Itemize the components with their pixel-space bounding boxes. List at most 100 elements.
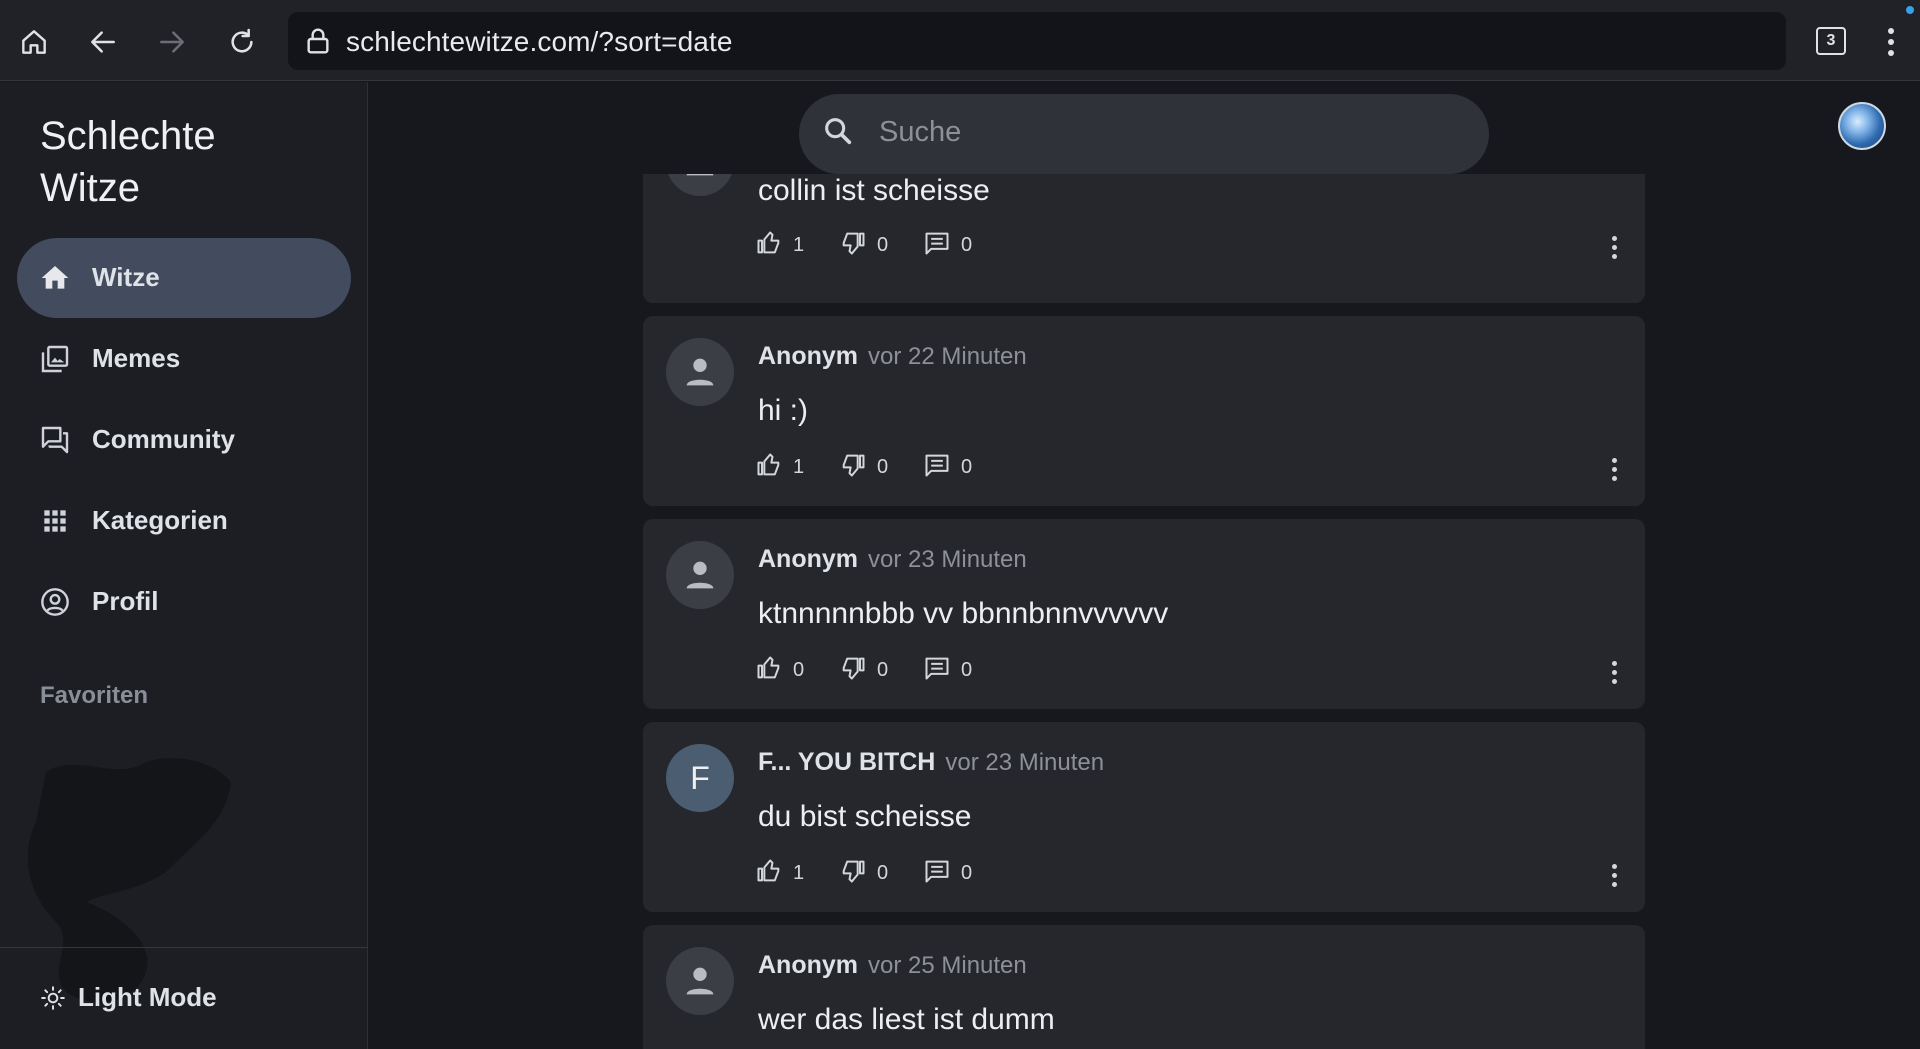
sidebar: Schlechte Witze Witze Memes Community Ka…: [0, 82, 368, 1049]
dislike-count: 0: [877, 862, 889, 884]
tab-switcher-button[interactable]: 3: [1816, 27, 1846, 55]
person-icon: [686, 561, 714, 589]
thumb-up-icon: [757, 859, 780, 881]
like-button[interactable]: 1: [755, 856, 804, 885]
more-vert-icon[interactable]: [1611, 458, 1619, 482]
post-card: Anonym vor 25 Minuten wer das liest ist d…: [643, 925, 1645, 1049]
site-title[interactable]: Schlechte Witze: [40, 110, 320, 214]
home-button[interactable]: [10, 18, 58, 66]
post-author[interactable]: Anonym vor 22 Minuten: [758, 342, 1027, 371]
main-content: Suche collin ist scheisse 1 0 0 Anonym v…: [369, 82, 1920, 1049]
reload-button[interactable]: [218, 18, 266, 66]
nav-label: Memes: [92, 343, 181, 373]
comment-icon: [925, 232, 949, 254]
sun-icon: [41, 985, 65, 1010]
like-count: 1: [793, 456, 805, 478]
post-author[interactable]: F... YOU BITCH vor 23 Minuten: [758, 748, 1104, 777]
thumb-up-icon: [757, 453, 780, 475]
dislike-button[interactable]: 0: [839, 856, 888, 885]
more-vert-icon[interactable]: [1611, 236, 1619, 260]
user-avatar[interactable]: [1838, 102, 1886, 150]
comment-icon: [925, 860, 949, 882]
post-author[interactable]: Anonym vor 23 Minuten: [758, 545, 1027, 574]
post-time: vor 22 Minuten: [868, 343, 1027, 370]
comment-count: 0: [961, 234, 973, 256]
search-input[interactable]: Suche: [799, 94, 1489, 174]
nav-item-memes[interactable]: Memes: [17, 319, 351, 399]
search-placeholder: Suche: [879, 116, 962, 148]
thumb-down-icon: [842, 454, 865, 476]
comment-button[interactable]: 0: [923, 228, 972, 257]
account-circle-icon: [41, 588, 69, 616]
post-text: wer das liest ist dumm: [758, 1003, 1055, 1036]
nav-label: Kategorien: [92, 505, 228, 535]
home-icon: [22, 30, 46, 54]
nav-item-community[interactable]: Community: [17, 400, 351, 480]
comment-button[interactable]: 0: [923, 856, 972, 885]
author-name[interactable]: Anonym: [758, 342, 858, 370]
more-vert-icon[interactable]: [1611, 864, 1619, 888]
post-text: ktnnnnnbbb vv bbnnbnnvvvvvv: [758, 597, 1169, 630]
comment-count: 0: [961, 456, 973, 478]
person-icon: [686, 967, 714, 995]
post-card: F F... YOU BITCH vor 23 Minuten du bist s…: [643, 722, 1645, 912]
thumb-up-icon: [757, 656, 780, 678]
reload-icon: [231, 28, 253, 53]
comment-button[interactable]: 0: [923, 653, 972, 682]
post-time: vor 23 Minuten: [945, 749, 1105, 776]
thumb-down-icon: [842, 657, 865, 679]
post-time: vor 23 Minuten: [868, 546, 1027, 573]
post-author[interactable]: Anonym vor 25 Minuten: [758, 951, 1027, 980]
like-button[interactable]: 0: [755, 653, 804, 682]
comment-button[interactable]: 0: [923, 450, 972, 479]
comment-icon: [925, 454, 949, 476]
dislike-button[interactable]: 0: [839, 228, 888, 257]
dislike-count: 0: [877, 234, 889, 256]
arrow-left-icon: [91, 31, 115, 53]
dislike-button[interactable]: 0: [839, 653, 888, 682]
comment-icon: [925, 657, 949, 679]
avatar[interactable]: F: [666, 744, 734, 812]
dislike-count: 0: [877, 659, 889, 681]
comment-count: 0: [961, 659, 973, 681]
dislike-button[interactable]: 0: [839, 450, 888, 479]
url-text: schlechtewitze.com/?sort=date: [346, 26, 733, 57]
author-name[interactable]: Anonym: [758, 545, 858, 573]
person-icon: [686, 358, 714, 386]
address-bar[interactable]: schlechtewitze.com/?sort=date: [288, 12, 1786, 70]
like-count: 0: [793, 659, 805, 681]
post-card: Anonym vor 23 Minuten ktnnnnnbbb vv bbnnb…: [643, 519, 1645, 709]
browser-menu-button[interactable]: [1880, 18, 1904, 66]
more-vert-icon[interactable]: [1611, 661, 1619, 685]
avatar[interactable]: [666, 338, 734, 406]
author-name[interactable]: Anonym: [758, 951, 858, 979]
browser-toolbar: schlechtewitze.com/?sort=date 3: [0, 0, 1920, 81]
search-icon: [825, 118, 852, 145]
nav-label: Profil: [92, 586, 159, 616]
light-mode-toggle[interactable]: Light Mode: [40, 982, 217, 1013]
arrow-right-icon: [160, 31, 184, 53]
post-card: Anonym vor 22 Minuten hi :) 1 0 0: [643, 316, 1645, 506]
post-time: vor 25 Minuten: [868, 952, 1027, 979]
nav-label: Community: [92, 424, 235, 454]
author-name[interactable]: F... YOU BITCH: [758, 748, 935, 776]
light-mode-label: Light Mode: [78, 982, 217, 1012]
thumb-up-icon: [757, 231, 780, 253]
avatar[interactable]: [666, 541, 734, 609]
more-vert-icon: [1888, 28, 1894, 34]
like-button[interactable]: 1: [755, 228, 804, 257]
like-count: 1: [793, 234, 805, 256]
forum-icon: [41, 426, 69, 454]
favorites-heading: Favoriten: [40, 682, 149, 709]
nav-item-witze[interactable]: Witze: [17, 238, 351, 318]
dislike-count: 0: [877, 456, 889, 478]
nav-item-profil[interactable]: Profil: [17, 562, 351, 642]
forward-button[interactable]: [148, 18, 196, 66]
nav-label: Witze: [92, 262, 160, 292]
back-button[interactable]: [79, 18, 127, 66]
home-icon: [41, 266, 69, 289]
post-text: hi :): [758, 394, 809, 427]
nav-item-kategorien[interactable]: Kategorien: [17, 481, 351, 561]
avatar[interactable]: [666, 947, 734, 1015]
like-button[interactable]: 1: [755, 450, 804, 479]
